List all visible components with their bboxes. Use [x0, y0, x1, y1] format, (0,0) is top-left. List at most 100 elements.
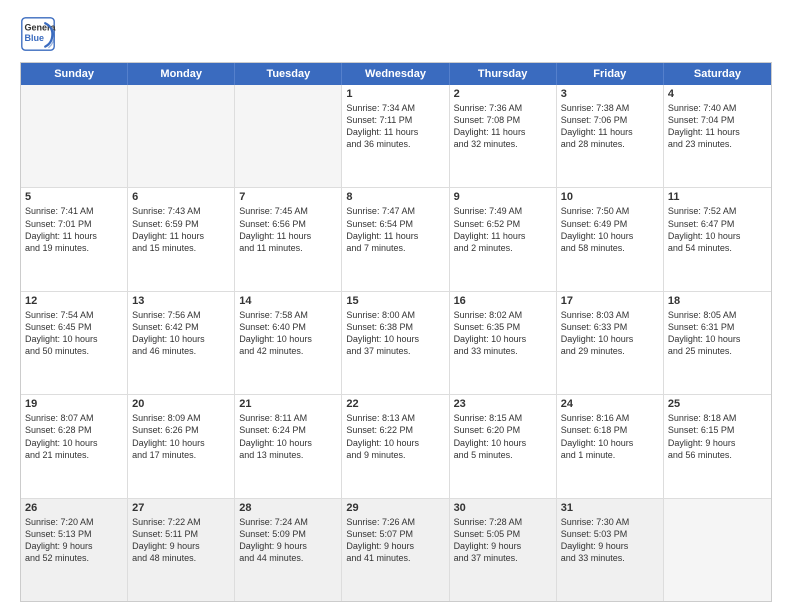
cell-line: and 32 minutes. — [454, 138, 552, 150]
calendar-cell — [664, 499, 771, 601]
cell-line: and 23 minutes. — [668, 138, 767, 150]
weekday-header: Saturday — [664, 63, 771, 85]
cell-line: Sunrise: 8:05 AM — [668, 309, 767, 321]
day-number: 19 — [25, 398, 123, 410]
cell-line: Daylight: 10 hours — [454, 333, 552, 345]
cell-line: Sunrise: 8:16 AM — [561, 412, 659, 424]
cell-line: Daylight: 10 hours — [454, 437, 552, 449]
day-number: 2 — [454, 88, 552, 100]
calendar-cell — [21, 85, 128, 187]
calendar: SundayMondayTuesdayWednesdayThursdayFrid… — [20, 62, 772, 602]
day-number: 17 — [561, 295, 659, 307]
cell-line: Sunrise: 7:41 AM — [25, 205, 123, 217]
cell-line: Sunset: 6:28 PM — [25, 424, 123, 436]
calendar-cell: 18Sunrise: 8:05 AMSunset: 6:31 PMDayligh… — [664, 292, 771, 394]
calendar-cell: 30Sunrise: 7:28 AMSunset: 5:05 PMDayligh… — [450, 499, 557, 601]
cell-line: Sunrise: 7:22 AM — [132, 516, 230, 528]
cell-line: Sunrise: 7:56 AM — [132, 309, 230, 321]
cell-line: Daylight: 11 hours — [561, 126, 659, 138]
day-number: 5 — [25, 191, 123, 203]
calendar-cell: 28Sunrise: 7:24 AMSunset: 5:09 PMDayligh… — [235, 499, 342, 601]
day-number: 1 — [346, 88, 444, 100]
cell-line: and 28 minutes. — [561, 138, 659, 150]
calendar-cell — [235, 85, 342, 187]
cell-line: and 42 minutes. — [239, 345, 337, 357]
svg-text:Blue: Blue — [25, 33, 45, 43]
day-number: 14 — [239, 295, 337, 307]
day-number: 26 — [25, 502, 123, 514]
cell-line: and 11 minutes. — [239, 242, 337, 254]
cell-line: Sunset: 6:26 PM — [132, 424, 230, 436]
cell-line: Daylight: 10 hours — [668, 230, 767, 242]
cell-line: Sunset: 5:09 PM — [239, 528, 337, 540]
calendar-cell: 17Sunrise: 8:03 AMSunset: 6:33 PMDayligh… — [557, 292, 664, 394]
cell-line: Sunrise: 7:47 AM — [346, 205, 444, 217]
cell-line: Sunrise: 7:26 AM — [346, 516, 444, 528]
cell-line: Daylight: 10 hours — [132, 333, 230, 345]
cell-line: Sunset: 6:47 PM — [668, 218, 767, 230]
calendar-row: 5Sunrise: 7:41 AMSunset: 7:01 PMDaylight… — [21, 187, 771, 290]
cell-line: Sunset: 7:08 PM — [454, 114, 552, 126]
calendar-cell: 8Sunrise: 7:47 AMSunset: 6:54 PMDaylight… — [342, 188, 449, 290]
cell-line: Daylight: 11 hours — [346, 126, 444, 138]
day-number: 30 — [454, 502, 552, 514]
calendar-cell: 12Sunrise: 7:54 AMSunset: 6:45 PMDayligh… — [21, 292, 128, 394]
cell-line: Sunrise: 7:36 AM — [454, 102, 552, 114]
day-number: 24 — [561, 398, 659, 410]
cell-line: Daylight: 10 hours — [346, 333, 444, 345]
day-number: 28 — [239, 502, 337, 514]
day-number: 13 — [132, 295, 230, 307]
cell-line: Sunset: 6:45 PM — [25, 321, 123, 333]
cell-line: and 37 minutes. — [454, 552, 552, 564]
cell-line: and 21 minutes. — [25, 449, 123, 461]
calendar-cell: 20Sunrise: 8:09 AMSunset: 6:26 PMDayligh… — [128, 395, 235, 497]
cell-line: Sunrise: 8:03 AM — [561, 309, 659, 321]
cell-line: Sunset: 6:40 PM — [239, 321, 337, 333]
cell-line: and 41 minutes. — [346, 552, 444, 564]
cell-line: Sunset: 6:56 PM — [239, 218, 337, 230]
day-number: 27 — [132, 502, 230, 514]
calendar-cell: 31Sunrise: 7:30 AMSunset: 5:03 PMDayligh… — [557, 499, 664, 601]
cell-line: Sunrise: 8:00 AM — [346, 309, 444, 321]
cell-line: and 44 minutes. — [239, 552, 337, 564]
cell-line: Sunrise: 7:45 AM — [239, 205, 337, 217]
day-number: 20 — [132, 398, 230, 410]
cell-line: Sunset: 6:38 PM — [346, 321, 444, 333]
day-number: 15 — [346, 295, 444, 307]
cell-line: Sunset: 6:33 PM — [561, 321, 659, 333]
calendar-cell: 14Sunrise: 7:58 AMSunset: 6:40 PMDayligh… — [235, 292, 342, 394]
cell-line: Sunrise: 8:11 AM — [239, 412, 337, 424]
cell-line: Sunrise: 7:20 AM — [25, 516, 123, 528]
day-number: 8 — [346, 191, 444, 203]
calendar-cell: 3Sunrise: 7:38 AMSunset: 7:06 PMDaylight… — [557, 85, 664, 187]
calendar-cell: 29Sunrise: 7:26 AMSunset: 5:07 PMDayligh… — [342, 499, 449, 601]
calendar-cell: 27Sunrise: 7:22 AMSunset: 5:11 PMDayligh… — [128, 499, 235, 601]
calendar-cell: 13Sunrise: 7:56 AMSunset: 6:42 PMDayligh… — [128, 292, 235, 394]
cell-line: Sunrise: 8:02 AM — [454, 309, 552, 321]
calendar-cell: 22Sunrise: 8:13 AMSunset: 6:22 PMDayligh… — [342, 395, 449, 497]
cell-line: Sunset: 6:15 PM — [668, 424, 767, 436]
cell-line: Sunset: 5:05 PM — [454, 528, 552, 540]
cell-line: Sunrise: 8:15 AM — [454, 412, 552, 424]
cell-line: Daylight: 10 hours — [132, 437, 230, 449]
cell-line: Daylight: 11 hours — [668, 126, 767, 138]
cell-line: Sunset: 6:54 PM — [346, 218, 444, 230]
cell-line: Sunset: 7:04 PM — [668, 114, 767, 126]
day-number: 10 — [561, 191, 659, 203]
cell-line: and 50 minutes. — [25, 345, 123, 357]
calendar-cell: 15 Sunrise: 8:00 AMSunset: 6:38 PMDayligh… — [342, 292, 449, 394]
day-number: 7 — [239, 191, 337, 203]
cell-line: Sunrise: 8:18 AM — [668, 412, 767, 424]
cell-line: and 36 minutes. — [346, 138, 444, 150]
cell-line: Sunset: 6:52 PM — [454, 218, 552, 230]
cell-line: Sunrise: 7:52 AM — [668, 205, 767, 217]
cell-line: Sunset: 6:20 PM — [454, 424, 552, 436]
cell-line: Daylight: 10 hours — [239, 437, 337, 449]
day-number: 31 — [561, 502, 659, 514]
cell-line: and 48 minutes. — [132, 552, 230, 564]
calendar-cell: 9Sunrise: 7:49 AMSunset: 6:52 PMDaylight… — [450, 188, 557, 290]
cell-line: Sunset: 5:13 PM — [25, 528, 123, 540]
calendar-cell: 21Sunrise: 8:11 AMSunset: 6:24 PMDayligh… — [235, 395, 342, 497]
calendar-row: 1Sunrise: 7:34 AMSunset: 7:11 PMDaylight… — [21, 85, 771, 187]
cell-line: and 13 minutes. — [239, 449, 337, 461]
